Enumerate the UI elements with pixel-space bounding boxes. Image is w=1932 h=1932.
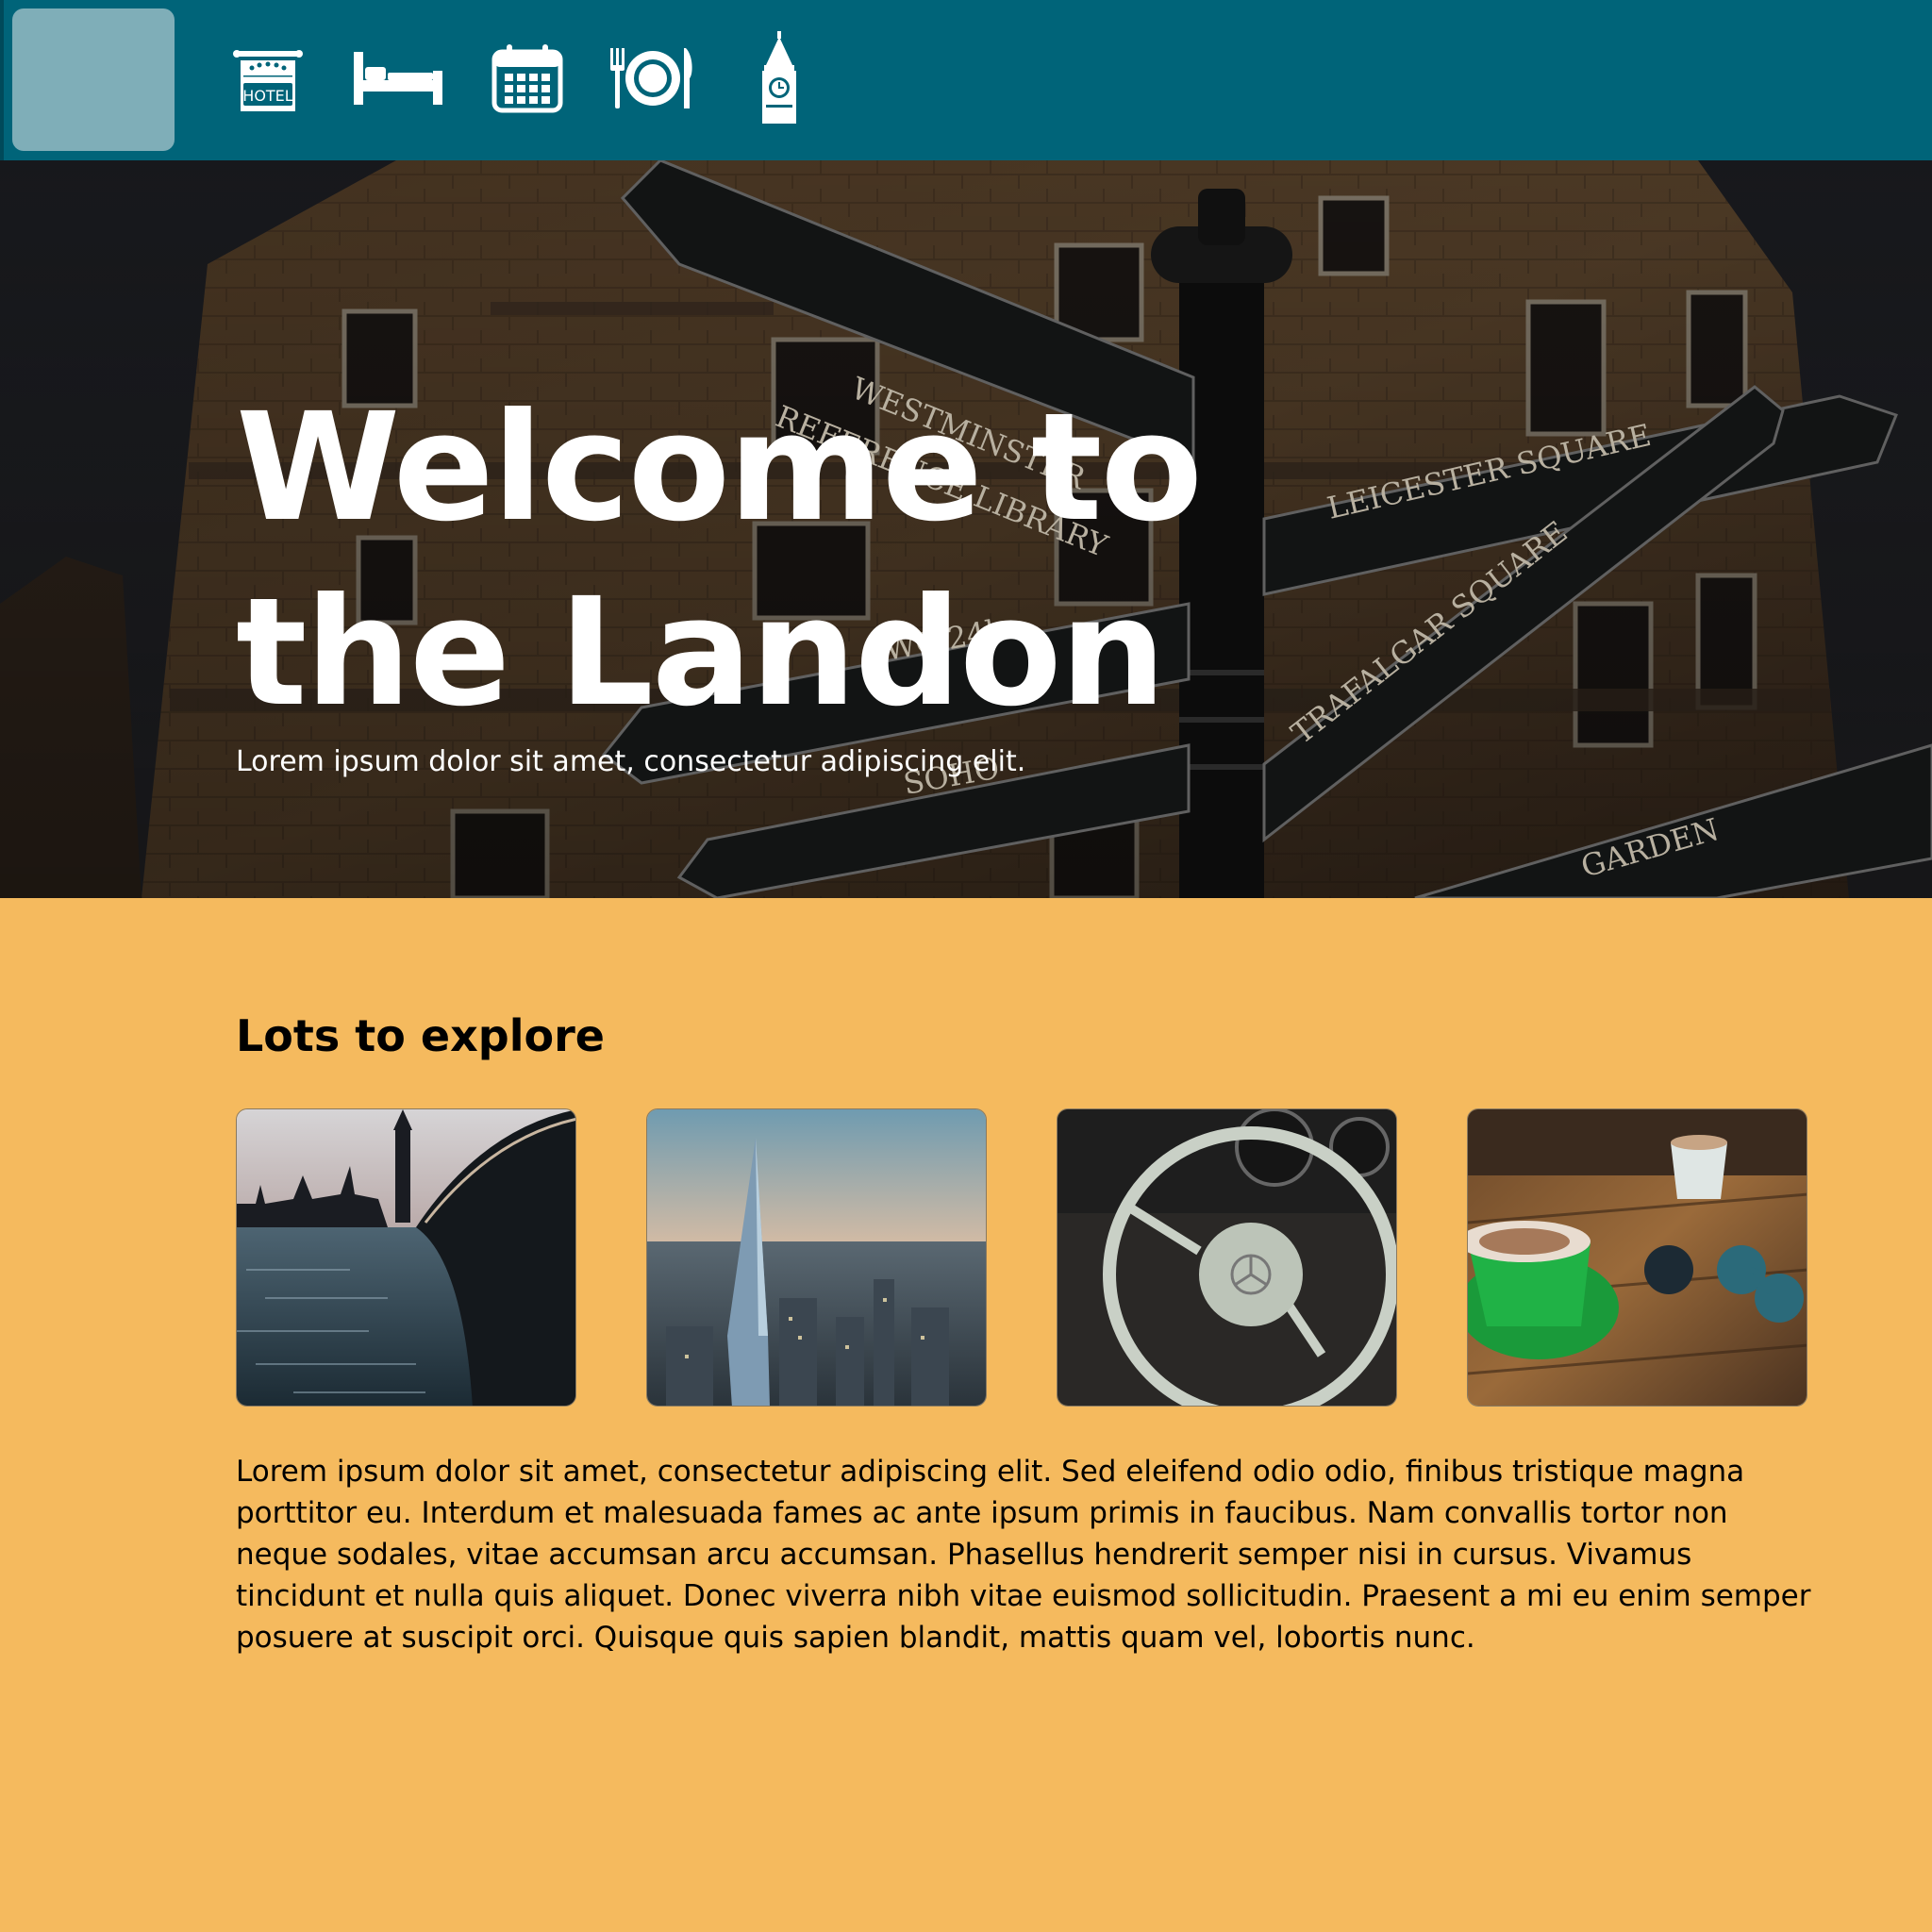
hotel-icon-label: HOTEL <box>242 87 293 105</box>
hero-subtitle: Lorem ipsum dolor sit amet, consectetur … <box>236 745 1026 778</box>
hotel-icon[interactable]: HOTEL <box>231 26 305 130</box>
explore-heading: Lots to explore <box>236 1010 605 1061</box>
shard-skyline-photo[interactable] <box>646 1108 987 1407</box>
hero-banner: WESTMINSTER REFERENCE LIBRARY LEICESTER … <box>0 160 1932 898</box>
top-navbar: HOTEL <box>0 0 1932 160</box>
bed-icon[interactable] <box>352 26 444 130</box>
dining-icon[interactable] <box>608 26 695 130</box>
calendar-icon[interactable] <box>491 26 563 130</box>
coffee-table-photo[interactable] <box>1467 1108 1807 1407</box>
big-ben-icon[interactable] <box>755 26 804 130</box>
navbar-edge <box>0 0 4 160</box>
hero-title: Welcome to the Landon <box>236 381 1203 740</box>
menu-toggle-button[interactable] <box>12 8 175 151</box>
explore-body-text: Lorem ipsum dolor sit amet, consectetur … <box>236 1455 1811 1655</box>
westminster-thames-photo[interactable] <box>236 1108 576 1407</box>
vintage-steering-wheel-photo[interactable] <box>1057 1108 1397 1407</box>
